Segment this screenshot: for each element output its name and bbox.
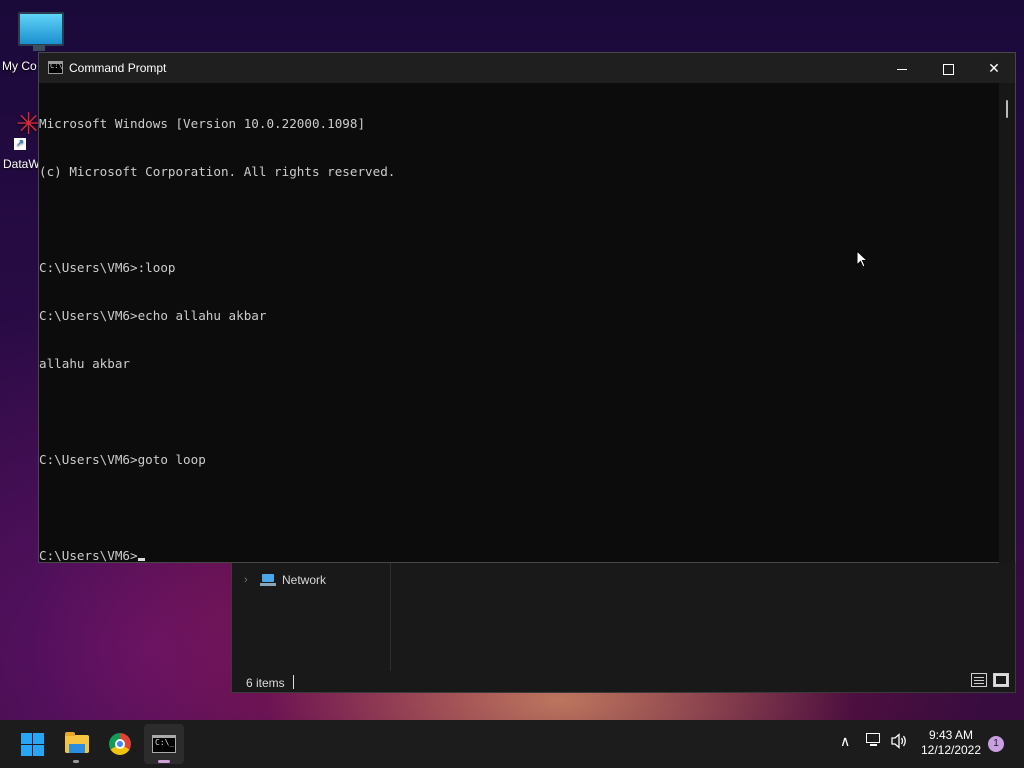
console-line: (c) Microsoft Corporation. All rights re… [39, 164, 396, 179]
start-button[interactable] [12, 724, 52, 764]
minimize-button[interactable] [879, 53, 925, 83]
network-icon [260, 574, 276, 586]
console-line: allahu akbar [39, 356, 130, 371]
chevron-right-icon[interactable]: › [244, 574, 254, 586]
shortcut-arrow-icon: ↗ [14, 138, 26, 150]
monitor-stand [33, 45, 45, 51]
scrollbar-thumb[interactable] [1006, 100, 1008, 118]
status-divider [293, 675, 294, 689]
clock-time: 9:43 AM [928, 728, 974, 742]
running-indicator [73, 760, 79, 763]
windows-logo-tile [33, 745, 44, 756]
taskbar: C:\_ ∧ 9:43 AM 12/12/2022 1 [0, 720, 1024, 768]
minimize-icon [897, 68, 907, 70]
windows-logo-icon [21, 733, 32, 744]
taskbar-file-explorer[interactable] [56, 724, 96, 764]
network-status-icon[interactable] [866, 733, 882, 747]
terminal-icon: C:\_ [152, 735, 176, 753]
volume-icon[interactable] [890, 733, 908, 752]
windows-logo-tile [33, 733, 44, 744]
console-line: C:\Users\VM6>goto loop [39, 452, 206, 467]
taskbar-command-prompt[interactable]: C:\_ [144, 724, 184, 764]
network-monitor-base [870, 744, 877, 746]
vertical-scrollbar[interactable] [999, 83, 1015, 563]
show-hidden-icons-chevron-icon[interactable]: ∧ [840, 733, 850, 750]
console-line: Microsoft Windows [Version 10.0.22000.10… [39, 116, 366, 131]
notification-badge[interactable]: 1 [988, 736, 1004, 752]
nav-item-label: Network [282, 573, 327, 587]
status-item-count: 6 items [246, 676, 285, 690]
network-monitor-shape [866, 733, 880, 743]
taskbar-chrome[interactable] [100, 724, 140, 764]
cmd-app-icon: C:\ [48, 61, 63, 74]
active-indicator [158, 760, 170, 763]
monitor-icon [18, 12, 64, 46]
windows-logo-tile [21, 745, 32, 756]
close-button[interactable]: ✕ [971, 53, 1017, 83]
large-icons-view-button[interactable] [993, 673, 1009, 687]
clock-date: 12/12/2022 [920, 743, 982, 757]
console-output[interactable]: Microsoft Windows [Version 10.0.22000.10… [39, 83, 999, 563]
command-prompt-window: C:\ Command Prompt ✕ Microsoft Windows [… [38, 52, 1016, 563]
console-line: C:\Users\VM6>:loop [39, 260, 176, 275]
folder-icon [65, 732, 89, 753]
chrome-icon [109, 733, 131, 755]
maximize-button[interactable] [925, 53, 971, 83]
console-prompt: C:\Users\VM6> [39, 548, 138, 563]
desktop-icon-label: My Co [2, 59, 37, 73]
desktop-icon-label: DataW [3, 157, 40, 171]
close-icon: ✕ [988, 60, 1000, 76]
clock[interactable]: 9:43 AM 12/12/2022 [918, 728, 984, 758]
nav-item-network[interactable]: › Network [244, 573, 326, 587]
details-view-button[interactable] [971, 673, 987, 687]
title-bar[interactable]: C:\ Command Prompt ✕ [39, 53, 1015, 83]
text-cursor [137, 558, 145, 561]
console-line: C:\Users\VM6>echo allahu akbar [39, 308, 267, 323]
console-prompt-line[interactable]: C:\Users\VM6> [39, 548, 999, 563]
maximize-icon [942, 63, 954, 75]
window-title: Command Prompt [69, 61, 167, 75]
